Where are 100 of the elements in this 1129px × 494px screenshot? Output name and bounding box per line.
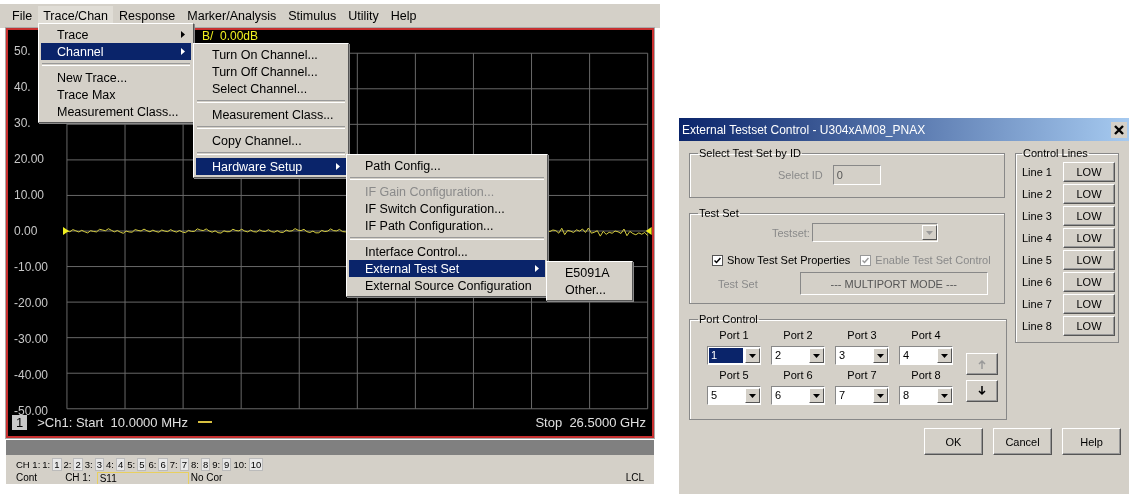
menu-bar-item[interactable]: Trace/Chan — [38, 6, 113, 26]
measurement-field: S11 — [96, 471, 189, 484]
menu-bar-item[interactable]: Response — [113, 5, 182, 27]
trace-tab[interactable]: 1 — [52, 457, 62, 471]
trace-tab[interactable]: 2 — [73, 457, 83, 471]
line-state-button[interactable]: LOW — [1063, 316, 1115, 336]
axis-label: 30. — [14, 116, 32, 130]
checkbox-label: Show Test Set Properties — [727, 254, 851, 266]
trace-tab[interactable]: 9 — [222, 457, 232, 471]
window-title: External Testset Control - U304xAM08_PNAX — [682, 122, 926, 137]
trace-label: 2: — [63, 458, 72, 470]
menu-bar-item[interactable]: Stimulus — [282, 5, 343, 27]
port-dropdown[interactable]: 1 — [707, 346, 761, 365]
axis-label: -40.00 — [14, 368, 50, 382]
line-label: Line 4 — [1022, 232, 1052, 244]
axis-label: 40. — [14, 80, 32, 94]
menu-item[interactable]: External Test Set — [349, 260, 545, 277]
trace-tab[interactable]: 6 — [158, 457, 168, 471]
port-value: 4 — [902, 348, 911, 363]
port-label: Port 1 — [719, 329, 749, 341]
dropdown-arrow-icon — [813, 353, 820, 358]
menu-item[interactable]: E5091A — [549, 264, 630, 281]
channel-number: 1 — [12, 414, 28, 430]
dialog-button[interactable]: OK — [924, 428, 983, 455]
port-value: 3 — [838, 348, 847, 363]
reference-marker-icon — [646, 227, 652, 235]
trace-label: 8: — [190, 458, 199, 470]
trace-tab[interactable]: 8 — [200, 457, 211, 471]
menu-bar-item[interactable]: Marker/Analysis — [181, 5, 283, 27]
line-state-button[interactable]: LOW — [1063, 184, 1115, 204]
line-label: Line 2 — [1022, 188, 1052, 200]
port-dropdown[interactable]: 2 — [771, 346, 825, 365]
port-dropdown[interactable]: 4 — [899, 346, 953, 365]
submenu-arrow-icon — [535, 265, 539, 272]
menu-item[interactable]: IF Switch Configuration... — [349, 200, 545, 217]
line-state-button[interactable]: LOW — [1063, 294, 1115, 314]
trace-legend-line — [197, 421, 212, 423]
line-state-button[interactable]: LOW — [1063, 250, 1115, 270]
trace-label: 10: — [233, 458, 247, 470]
port-value: 8 — [902, 388, 911, 403]
dropdown-arrow-icon — [925, 230, 933, 235]
port-value: 1 — [709, 348, 743, 363]
port-label: Port 5 — [719, 369, 749, 381]
trace-label: 4: — [106, 458, 114, 470]
trace-tab[interactable]: 10 — [248, 457, 264, 471]
axis-label: 0.00 — [14, 224, 39, 238]
menu-item[interactable]: Channel — [41, 43, 191, 60]
line-label: Line 6 — [1022, 276, 1052, 288]
dialog-button[interactable]: Help — [1062, 428, 1121, 455]
group-title: Test Set — [698, 207, 740, 219]
control-status: LCL — [625, 472, 644, 483]
line-state-button[interactable]: LOW — [1063, 228, 1115, 248]
menu-bar-item[interactable]: Help — [384, 5, 423, 27]
port-dropdown[interactable]: 6 — [771, 386, 825, 405]
testset-dropdown[interactable] — [811, 223, 938, 242]
menu-item[interactable]: IF Path Configuration... — [349, 217, 545, 234]
port-dropdown[interactable]: 3 — [835, 346, 889, 365]
port-label: Port 4 — [911, 329, 941, 341]
stop-frequency: Stop 26.5000 GHz — [535, 414, 646, 430]
test-set-field: --- MULTIPORT MODE --- — [799, 272, 988, 295]
dialog-button[interactable]: Cancel — [993, 428, 1052, 455]
port-label: Port 3 — [847, 329, 877, 341]
move-button[interactable] — [966, 380, 998, 402]
menu-item[interactable]: Trace Max — [41, 86, 191, 103]
menu-item[interactable]: Measurement Class... — [196, 106, 346, 123]
menu-item[interactable]: New Trace... — [41, 69, 191, 86]
port-dropdown[interactable]: 7 — [835, 386, 889, 405]
trace-tab[interactable]: 7 — [179, 457, 189, 471]
menu-item[interactable]: Interface Control... — [349, 243, 545, 260]
menu-item[interactable]: Measurement Class... — [41, 103, 191, 120]
trace-tab[interactable]: 5 — [137, 457, 147, 471]
trace-tab[interactable]: 4 — [115, 457, 126, 471]
line-state-button[interactable]: LOW — [1063, 272, 1115, 292]
menu-item[interactable]: Select Channel... — [196, 80, 346, 97]
menu-item[interactable]: External Source Configuration — [349, 277, 545, 294]
menu-item[interactable]: Trace — [41, 26, 191, 43]
close-button[interactable] — [1111, 121, 1127, 138]
menu-bar-item[interactable]: Utility — [342, 5, 385, 27]
menu-item[interactable]: Other... — [549, 281, 630, 298]
reference-marker-icon — [63, 227, 70, 235]
port-dropdown[interactable]: 5 — [707, 386, 761, 405]
trace-label: 3: — [84, 458, 93, 470]
axis-label: -30.00 — [14, 332, 50, 346]
axis-label: 20.00 — [14, 152, 46, 166]
menu-item[interactable]: Hardware Setup — [196, 158, 346, 175]
port-value: 5 — [710, 388, 719, 403]
axis-label: -20.00 — [14, 296, 50, 310]
line-state-button[interactable]: LOW — [1063, 162, 1115, 182]
down-arrow-icon — [978, 386, 986, 396]
menu-item[interactable]: Copy Channel... — [196, 132, 346, 149]
group-title: Port Control — [698, 313, 759, 325]
trace-tab[interactable]: 3 — [94, 457, 104, 471]
menu-item[interactable]: Path Config... — [349, 157, 545, 174]
line-label: Line 8 — [1022, 320, 1052, 332]
menu-item[interactable]: Turn Off Channel... — [196, 63, 346, 80]
port-dropdown[interactable]: 8 — [899, 386, 953, 405]
menu-bar-item[interactable]: File — [6, 5, 39, 27]
line-state-button[interactable]: LOW — [1063, 206, 1115, 226]
menu-item[interactable]: Turn On Channel... — [196, 46, 346, 63]
channel-label: CH 1: — [16, 458, 41, 470]
